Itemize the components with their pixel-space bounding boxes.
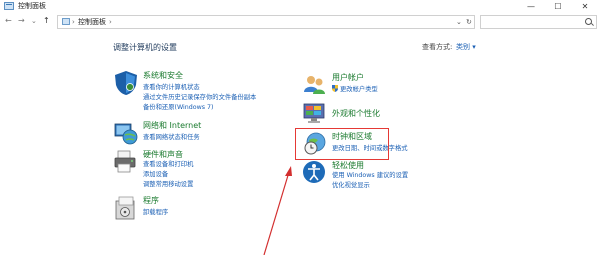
- annotation-arrow: [263, 166, 292, 255]
